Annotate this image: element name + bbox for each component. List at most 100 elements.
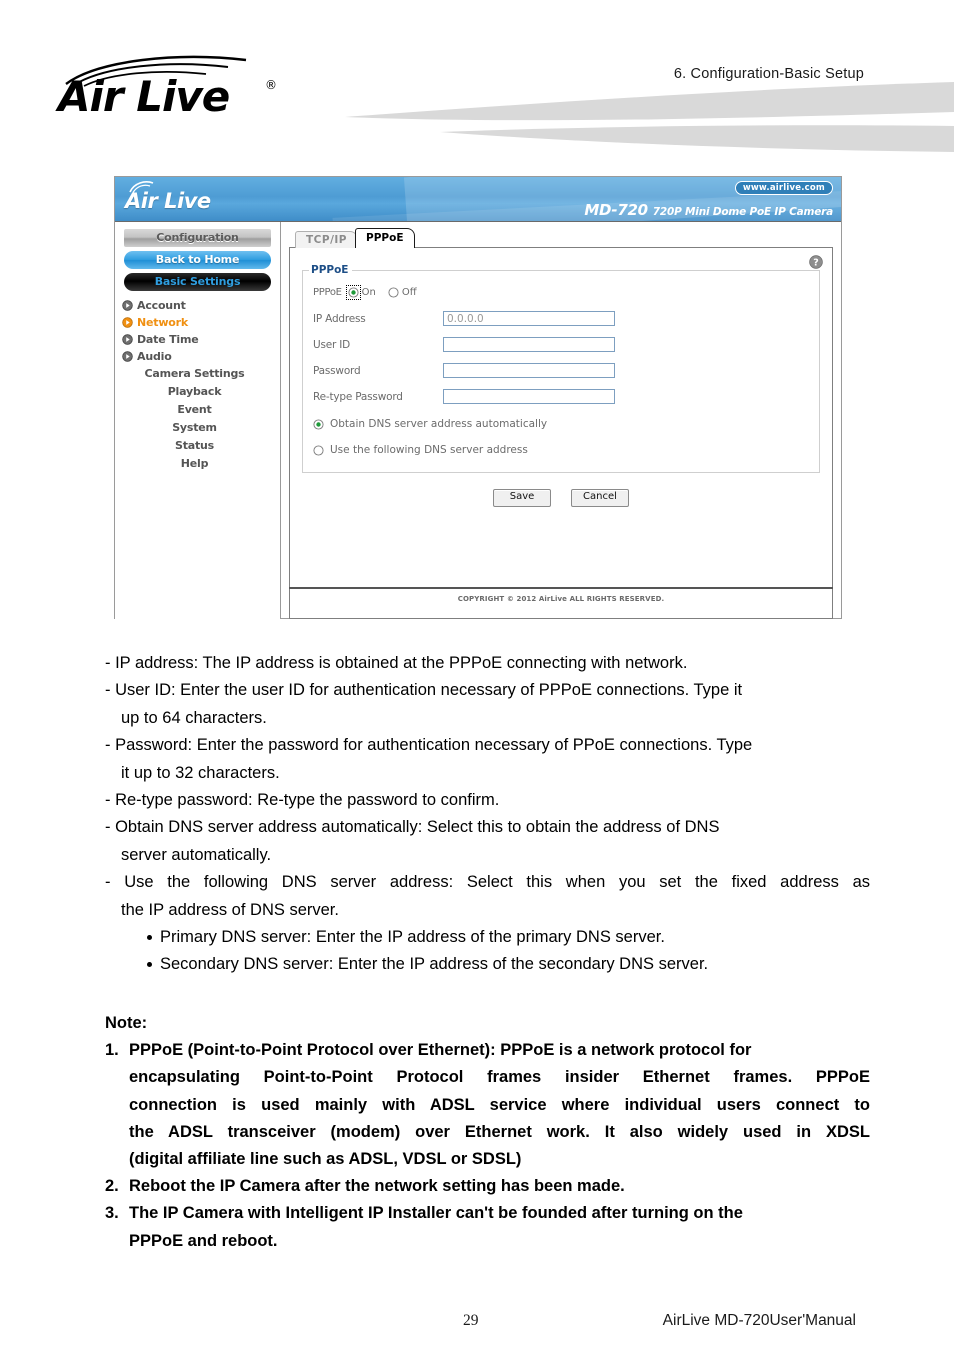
- camera-ui-body: Configuration Back to Home Basic Setting…: [115, 222, 841, 619]
- copyright-text: COPYRIGHT © 2012 AirLive ALL RIGHTS RESE…: [457, 595, 665, 603]
- save-button[interactable]: Save: [493, 489, 551, 507]
- sidebar-item-network[interactable]: Network: [115, 314, 280, 331]
- tab-strip: TCP/IP PPPoE: [295, 228, 833, 248]
- note-line: PPPoE and reboot.: [129, 1231, 278, 1250]
- body-line-retype-password: - Re-type password: Re-type the password…: [105, 791, 500, 810]
- sidebar-item-label: Network: [137, 316, 188, 329]
- radio-dns-manual[interactable]: [313, 444, 324, 456]
- note-text: PPPoE (Point-to-Point Protocol over Ethe…: [129, 1037, 870, 1173]
- sidebar-item-help[interactable]: Help: [115, 455, 280, 473]
- form-row-user-id: User ID: [313, 333, 809, 356]
- dns-option-manual[interactable]: Use the following DNS server address: [313, 440, 809, 460]
- sidebar-button-basic-settings[interactable]: Basic Settings: [124, 273, 271, 291]
- pppoe-fieldset: PPPoE PPPoE On Off IP Address 0.0.0.0 Us…: [302, 264, 820, 473]
- body-line-obtain-dns-2: server automatically.: [121, 845, 272, 864]
- page-header: Air Live ® 6. Configuration-Basic Setup: [0, 0, 954, 160]
- radio-pppoe-on[interactable]: [345, 284, 361, 300]
- document-body-text: - IP address: The IP address is obtained…: [105, 650, 870, 979]
- sidebar-item-camera-settings[interactable]: Camera Settings: [115, 365, 280, 383]
- play-circle-icon: [122, 300, 133, 311]
- body-line-use-dns-2: the IP address of DNS server.: [121, 900, 339, 919]
- tab-tcp-ip[interactable]: TCP/IP: [295, 231, 359, 248]
- radio-pppoe-off[interactable]: [388, 286, 399, 298]
- sidebar-item-date-time[interactable]: Date Time: [115, 331, 280, 348]
- radio-label-off: Off: [401, 286, 417, 298]
- sidebar-item-status[interactable]: Status: [115, 437, 280, 455]
- note-line: connection is used mainly with ADSL serv…: [129, 1095, 870, 1114]
- note-line: (digital affiliate line such as ADSL, VD…: [129, 1150, 522, 1169]
- page-number: 29: [463, 1312, 479, 1329]
- body-line-obtain-dns-1: - Obtain DNS server address automaticall…: [105, 818, 720, 837]
- dns-option-label: Use the following DNS server address: [330, 444, 528, 456]
- cancel-button[interactable]: Cancel: [571, 489, 629, 507]
- note-number: 3.: [105, 1204, 119, 1223]
- sidebar-button-back-to-home[interactable]: Back to Home: [124, 251, 271, 269]
- input-ip-address[interactable]: [443, 311, 615, 326]
- sidebar-item-playback[interactable]: Playback: [115, 383, 280, 401]
- note-section: Note: 1. PPPoE (Point-to-Point Protocol …: [105, 1010, 870, 1255]
- body-line-password-1: - Password: Enter the password for authe…: [105, 736, 753, 755]
- body-subbullet-secondary-dns: Secondary DNS server: Enter the IP addre…: [105, 951, 870, 978]
- note-item-1: 1. PPPoE (Point-to-Point Protocol over E…: [105, 1037, 870, 1173]
- svg-text:?: ?: [813, 257, 819, 268]
- note-item-2: 2. Reboot the IP Camera after the networ…: [105, 1173, 870, 1200]
- play-circle-icon-active: [122, 317, 133, 328]
- input-retype-password[interactable]: [443, 389, 615, 404]
- dns-option-label: Obtain DNS server address automatically: [330, 418, 548, 430]
- sidebar-item-label: Account: [137, 299, 186, 312]
- form-row-password: Password: [313, 359, 809, 382]
- question-mark-icon[interactable]: ?: [809, 255, 823, 269]
- note-line: encapsulating Point-to-Point Protocol fr…: [129, 1068, 870, 1087]
- fieldset-legend: PPPoE: [309, 264, 353, 276]
- note-line: the ADSL transceiver (modem) over Ethern…: [129, 1122, 870, 1141]
- camera-ui-sidebar: Configuration Back to Home Basic Setting…: [115, 222, 281, 619]
- pppoe-toggle-row: PPPoE On Off: [313, 284, 809, 300]
- body-line-user-id-2: up to 64 characters.: [121, 708, 267, 727]
- brand-wordmark: Air Live: [58, 72, 230, 121]
- camera-model-label: MD-720 720P Mini Dome PoE IP Camera: [584, 200, 833, 219]
- note-heading: Note:: [105, 1014, 148, 1032]
- radio-label-on: On: [361, 286, 376, 298]
- camera-ui-topbar: Air Live www.airlive.com MD-720 720P Mini…: [115, 177, 841, 222]
- sidebar-item-label: Audio: [137, 350, 172, 363]
- label-retype-password: Re-type Password: [313, 390, 403, 403]
- dns-option-automatic[interactable]: Obtain DNS server address automatically: [313, 414, 809, 434]
- sidebar-button-configuration[interactable]: Configuration: [124, 229, 271, 247]
- airlive-url-badge[interactable]: www.airlive.com: [734, 181, 833, 195]
- label-password: Password: [313, 364, 361, 377]
- note-line: Reboot the IP Camera after the network s…: [129, 1177, 625, 1196]
- note-text: Reboot the IP Camera after the network s…: [129, 1173, 870, 1200]
- sidebar-item-event[interactable]: Event: [115, 401, 280, 419]
- note-line: PPPoE (Point-to-Point Protocol over Ethe…: [129, 1041, 752, 1060]
- radio-dns-automatic[interactable]: [313, 418, 324, 430]
- panel-button-row: Save Cancel: [302, 489, 820, 507]
- note-line: The IP Camera with Intelligent IP Instal…: [129, 1204, 743, 1223]
- label-ip-address: IP Address: [313, 312, 366, 325]
- label-user-id: User ID: [313, 338, 351, 351]
- form-row-retype-password: Re-type Password: [313, 385, 809, 408]
- body-subbullet-primary-dns: Primary DNS server: Enter the IP address…: [105, 924, 870, 951]
- tab-pppoe[interactable]: PPPoE: [355, 228, 415, 248]
- camera-model-name: MD-720: [584, 201, 648, 219]
- form-row-ip-address: IP Address: [313, 307, 809, 330]
- airlive-logo: Air Live ®: [58, 54, 298, 122]
- subbullet-text: Secondary DNS server: Enter the IP addre…: [160, 955, 709, 974]
- body-line-user-id-1: - User ID: Enter the user ID for authent…: [105, 681, 743, 700]
- camera-ui-main: TCP/IP PPPoE ? PPPoE PPPoE On Off IP Add…: [281, 222, 841, 619]
- bullet-dot-icon: [147, 962, 152, 968]
- sidebar-item-system[interactable]: System: [115, 419, 280, 437]
- brand-registered-mark: ®: [265, 78, 277, 92]
- note-text: The IP Camera with Intelligent IP Instal…: [129, 1200, 870, 1254]
- sidebar-item-audio[interactable]: Audio: [115, 348, 280, 365]
- pppoe-toggle-label: PPPoE: [313, 286, 342, 298]
- manual-name: AirLive MD-720User'Manual: [662, 1312, 856, 1329]
- pppoe-settings-panel: ? PPPoE PPPoE On Off IP Address 0.0.0.0 …: [289, 247, 833, 619]
- camera-web-ui-screenshot: Air Live www.airlive.com MD-720 720P Mini…: [114, 176, 842, 619]
- sidebar-item-account[interactable]: Account: [115, 297, 280, 314]
- body-line-ip-address: - IP address: The IP address is obtained…: [105, 654, 688, 672]
- subbullet-text: Primary DNS server: Enter the IP address…: [160, 928, 665, 947]
- play-circle-icon: [122, 351, 133, 362]
- sidebar-item-label: Date Time: [137, 333, 199, 346]
- input-password[interactable]: [443, 363, 615, 378]
- input-user-id[interactable]: [443, 337, 615, 352]
